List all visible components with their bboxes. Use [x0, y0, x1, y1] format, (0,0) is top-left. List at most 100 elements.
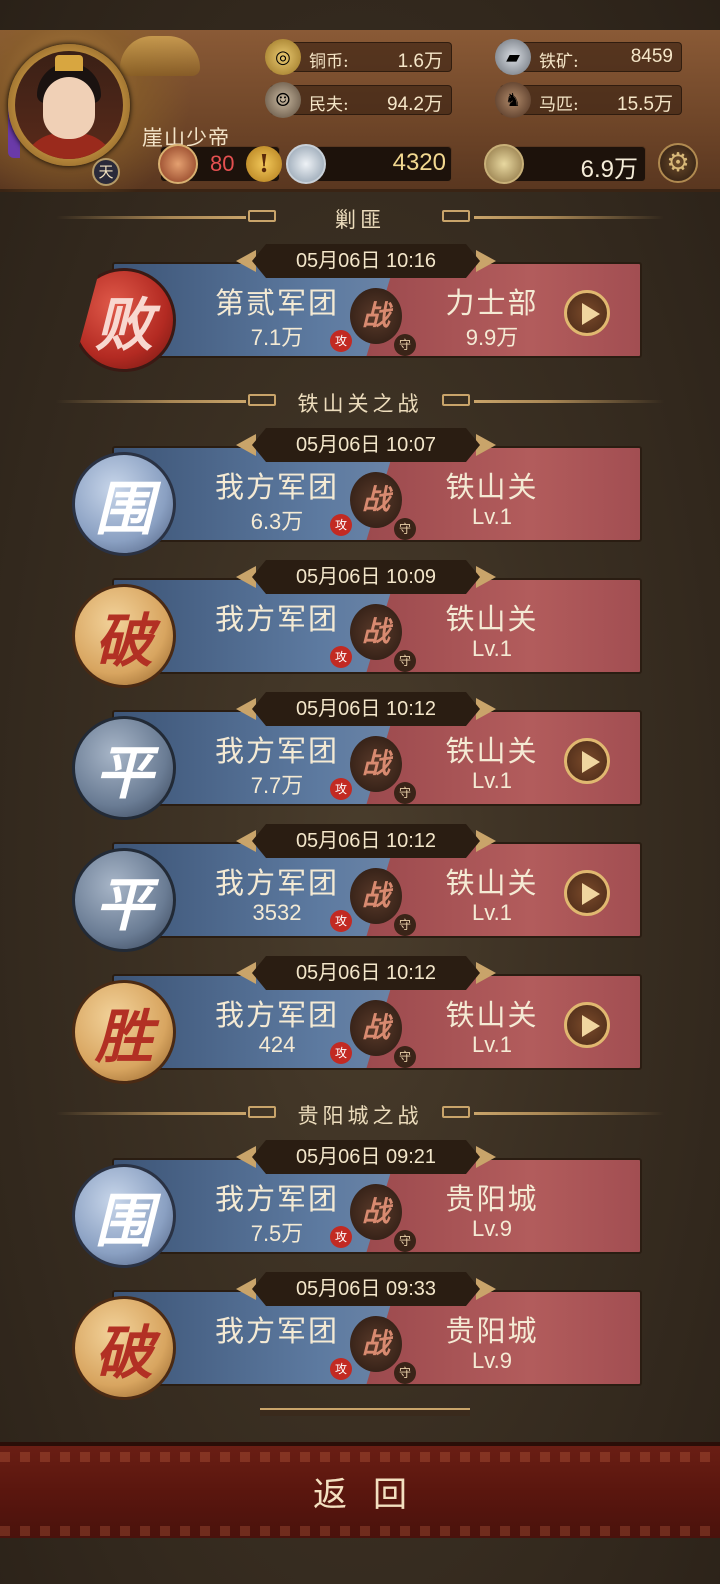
gold-coin-icon	[484, 144, 524, 184]
resource-laborer[interactable]: ☺ 民夫: 94.2万	[265, 82, 452, 118]
result-medal: 败	[72, 268, 176, 372]
replay-play-icon[interactable]	[564, 290, 610, 336]
vs-emblem: 战	[350, 604, 402, 660]
attacker-name: 我方军团	[214, 866, 339, 900]
attacker-name: 我方军团	[214, 1182, 339, 1216]
gear-icon[interactable]: ⚙	[658, 143, 698, 183]
vs-emblem: 战	[350, 288, 402, 344]
defender-name: 铁山关	[445, 866, 539, 900]
battle-card[interactable]: 05月06日 10:16 败 第贰军团 7.1万 战 攻 守 力士部 9.9万	[72, 244, 642, 372]
defender-name: 铁山关	[445, 470, 539, 504]
vs-emblem: 战	[350, 868, 402, 924]
horse-icon: ♞	[495, 82, 531, 118]
attack-tag: 攻	[330, 514, 352, 536]
resource-label: 铜币:	[309, 52, 349, 72]
resource-iron[interactable]: ▰ 铁矿: 8459	[495, 39, 682, 75]
result-medal: 平	[72, 716, 176, 820]
resource-value: 8459	[630, 46, 673, 67]
attacker-name: 第贰军团	[214, 286, 339, 320]
defend-tag: 守	[394, 650, 416, 672]
section-header: 贵阳城之战	[56, 1096, 664, 1130]
general-face-icon	[158, 144, 198, 184]
resource-value: 15.5万	[617, 94, 673, 115]
result-medal: 平	[72, 848, 176, 952]
avatar-portrait	[15, 51, 123, 159]
defend-tag: 守	[394, 914, 416, 936]
resource-value: 94.2万	[387, 94, 443, 115]
resource-horse[interactable]: ♞ 马匹: 15.5万	[495, 82, 682, 118]
attack-tag: 攻	[330, 646, 352, 668]
battle-date: 05月06日 10:16	[252, 244, 480, 278]
resource-label: 铁矿:	[539, 52, 579, 72]
attack-tag: 攻	[330, 1358, 352, 1380]
battle-card[interactable]: 05月06日 09:21 围 我方军团 7.5万 战 攻 守 贵阳城 Lv.9	[72, 1140, 642, 1268]
battle-date: 05月06日 10:12	[252, 824, 480, 858]
attack-tag: 攻	[330, 1042, 352, 1064]
battle-card[interactable]: 05月06日 10:12 胜 我方军团 424 战 攻 守 铁山关 Lv.1	[72, 956, 642, 1084]
battle-date: 05月06日 10:12	[252, 956, 480, 990]
defender-value: Lv.1	[472, 900, 512, 925]
gold-value: 6.9万	[580, 156, 638, 183]
defender-name: 铁山关	[445, 734, 539, 768]
battle-card[interactable]: 05月06日 10:09 破 我方军团 战 攻 守 铁山关 Lv.1	[72, 560, 642, 688]
alert-icon[interactable]: !	[246, 146, 282, 182]
replay-play-icon[interactable]	[564, 870, 610, 916]
defend-tag: 守	[394, 782, 416, 804]
attack-tag: 攻	[330, 1226, 352, 1248]
battle-date: 05月06日 09:33	[252, 1272, 480, 1306]
defender-value: Lv.1	[472, 1032, 512, 1057]
battle-card[interactable]: 05月06日 09:33 破 我方军团 战 攻 守 贵阳城 Lv.9	[72, 1272, 642, 1400]
battle-date: 05月06日 10:12	[252, 692, 480, 726]
dragon-ornament	[120, 36, 200, 76]
vs-emblem: 战	[350, 1000, 402, 1056]
attack-tag: 攻	[330, 330, 352, 352]
iron-ore-icon: ▰	[495, 39, 531, 75]
section-title: 贵阳城之战	[297, 1104, 423, 1128]
stamina-value: 80	[210, 151, 235, 176]
defender-value: Lv.9	[472, 1348, 512, 1373]
battle-date: 05月06日 10:09	[252, 560, 480, 594]
defend-tag: 守	[394, 518, 416, 540]
defender-name: 贵阳城	[445, 1182, 539, 1216]
attacker-name: 我方军团	[214, 470, 339, 504]
result-medal: 围	[72, 1164, 176, 1268]
defend-tag: 守	[394, 1230, 416, 1252]
resource-label: 马匹:	[539, 95, 579, 115]
avatar[interactable]	[8, 44, 130, 166]
battle-card[interactable]: 05月06日 10:12 平 我方军团 7.7万 战 攻 守 铁山关 Lv.1	[72, 692, 642, 820]
vs-emblem: 战	[350, 1316, 402, 1372]
section-title: 剿匪	[335, 208, 385, 232]
replay-play-icon[interactable]	[564, 738, 610, 784]
result-medal: 围	[72, 452, 176, 556]
resource-value: 1.6万	[397, 51, 443, 72]
defender-value: Lv.1	[472, 768, 512, 793]
attacker-name: 我方军团	[214, 998, 339, 1032]
back-button[interactable]: 返回	[250, 1468, 470, 1522]
defender-name: 力士部	[445, 286, 539, 320]
attacker-name: 我方军团	[214, 1314, 339, 1348]
section-header: 铁山关之战	[56, 384, 664, 418]
battle-date: 05月06日 10:07	[252, 428, 480, 462]
battle-card[interactable]: 05月06日 10:12 平 我方军团 3532 战 攻 守 铁山关 Lv.1	[72, 824, 642, 952]
vs-emblem: 战	[350, 472, 402, 528]
bottom-bar: 返回	[0, 1442, 720, 1538]
vs-emblem: 战	[350, 1184, 402, 1240]
vs-emblem: 战	[350, 736, 402, 792]
replay-play-icon[interactable]	[564, 1002, 610, 1048]
resource-copper[interactable]: ◎ 铜币: 1.6万	[265, 39, 452, 75]
defender-value: Lv.1	[472, 636, 512, 661]
battle-card[interactable]: 05月06日 10:07 围 我方军团 6.3万 战 攻 守 铁山关 Lv.1	[72, 428, 642, 556]
result-medal: 胜	[72, 980, 176, 1084]
attack-tag: 攻	[330, 778, 352, 800]
copper-coin-icon: ◎	[265, 39, 301, 75]
defender-value: 9.9万	[465, 325, 519, 350]
defend-tag: 守	[394, 1046, 416, 1068]
section-header: 剿匪	[56, 200, 664, 234]
defend-tag: 守	[394, 1362, 416, 1384]
attacker-name: 我方军团	[214, 602, 339, 636]
defender-name: 铁山关	[445, 602, 539, 636]
battle-date: 05月06日 09:21	[252, 1140, 480, 1174]
result-medal: 破	[72, 1296, 176, 1400]
list-end-divider	[260, 1408, 470, 1416]
silver-ingot-icon	[286, 144, 326, 184]
